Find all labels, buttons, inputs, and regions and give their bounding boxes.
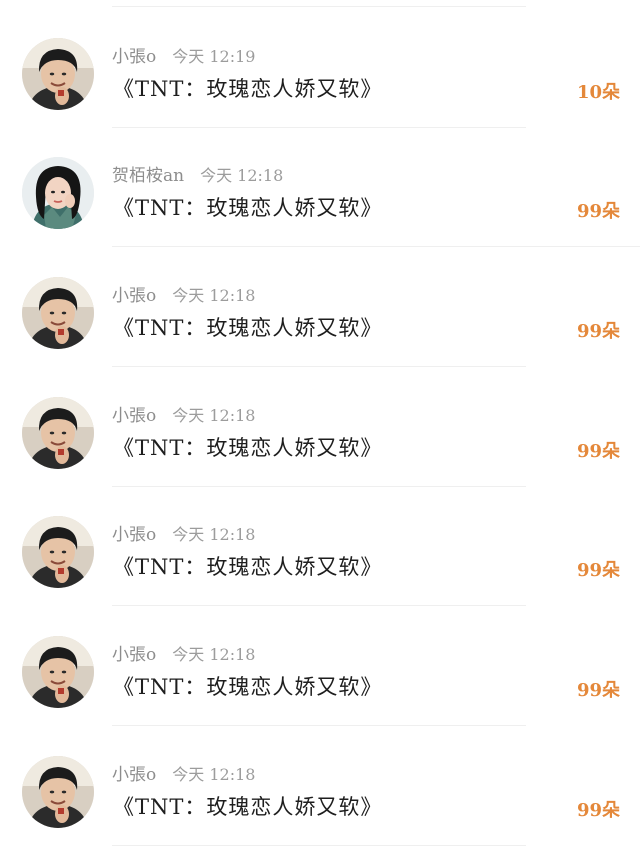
user-avatar[interactable] — [22, 636, 94, 708]
gift-record-row[interactable]: 小張o 今天 12:18 《TNT：玫瑰恋人娇又软》 99朵 — [0, 606, 640, 726]
gift-record-row[interactable]: 小張o 今天 12:18 《TNT：玫瑰恋人娇又软》 99朵 — [0, 486, 640, 606]
avatar-photo-boy — [22, 397, 94, 469]
record-meta: 小張o 今天 12:19 — [112, 42, 256, 67]
gift-count: 99朵 — [576, 321, 620, 342]
user-avatar[interactable] — [22, 277, 94, 349]
timestamp: 今天 12:18 — [172, 525, 256, 544]
record-meta: 贺栢桉an 今天 12:18 — [112, 161, 284, 186]
user-name[interactable]: 小張o — [112, 640, 156, 665]
timestamp: 今天 12:18 — [172, 765, 256, 784]
gift-title: 《TNT：玫瑰恋人娇又软》 — [113, 316, 383, 340]
user-name[interactable]: 小張o — [112, 760, 156, 785]
timestamp: 今天 12:18 — [200, 166, 284, 185]
gift-record-row[interactable]: 小張o 今天 12:18 《TNT：玫瑰恋人娇又软》 99朵 — [0, 247, 640, 367]
record-meta: 小張o 今天 12:18 — [112, 401, 256, 426]
gift-record-row[interactable]: 小張o 今天 12:19 《TNT：玫瑰恋人娇又软》 10朵 — [0, 8, 640, 128]
user-name[interactable]: 贺栢桉an — [112, 161, 184, 186]
timestamp: 今天 12:18 — [172, 406, 256, 425]
user-avatar[interactable] — [22, 157, 94, 229]
timestamp: 今天 12:18 — [172, 286, 256, 305]
user-name[interactable]: 小張o — [112, 520, 156, 545]
gift-title: 《TNT：玫瑰恋人娇又软》 — [113, 77, 383, 101]
user-name[interactable]: 小張o — [112, 281, 156, 306]
user-avatar[interactable] — [22, 397, 94, 469]
gift-title: 《TNT：玫瑰恋人娇又软》 — [113, 196, 383, 220]
record-meta: 小張o 今天 12:18 — [112, 281, 256, 306]
avatar-photo-girl — [22, 157, 94, 229]
user-avatar[interactable] — [22, 516, 94, 588]
gift-title: 《TNT：玫瑰恋人娇又软》 — [113, 436, 383, 460]
record-meta: 小張o 今天 12:18 — [112, 760, 256, 785]
gift-title: 《TNT：玫瑰恋人娇又软》 — [113, 675, 383, 699]
timestamp: 今天 12:19 — [172, 47, 256, 66]
user-avatar[interactable] — [22, 756, 94, 828]
user-avatar[interactable] — [22, 38, 94, 110]
avatar-photo-boy — [22, 636, 94, 708]
user-name[interactable]: 小張o — [112, 401, 156, 426]
gift-count: 99朵 — [576, 800, 620, 821]
avatar-photo-boy — [22, 756, 94, 828]
top-divider — [112, 6, 526, 7]
avatar-photo-boy — [22, 516, 94, 588]
gift-count: 99朵 — [576, 201, 620, 222]
gift-count: 10朵 — [576, 82, 620, 103]
avatar-photo-boy — [22, 38, 94, 110]
gift-count: 99朵 — [576, 441, 620, 462]
timestamp: 今天 12:18 — [172, 645, 256, 664]
gift-record-row[interactable]: 小張o 今天 12:18 《TNT：玫瑰恋人娇又软》 99朵 — [0, 726, 640, 846]
gift-title: 《TNT：玫瑰恋人娇又软》 — [113, 795, 383, 819]
record-meta: 小張o 今天 12:18 — [112, 520, 256, 545]
gift-count: 99朵 — [576, 560, 620, 581]
gift-count: 99朵 — [576, 680, 620, 701]
gift-record-row[interactable]: 小張o 今天 12:18 《TNT：玫瑰恋人娇又软》 99朵 — [0, 367, 640, 487]
record-meta: 小張o 今天 12:18 — [112, 640, 256, 665]
gift-record-list: 小張o 今天 12:19 《TNT：玫瑰恋人娇又软》 10朵 贺栢桉an 今天 — [0, 0, 640, 846]
row-divider — [112, 844, 526, 846]
avatar-photo-boy — [22, 277, 94, 349]
gift-title: 《TNT：玫瑰恋人娇又软》 — [113, 555, 383, 579]
gift-record-row[interactable]: 贺栢桉an 今天 12:18 《TNT：玫瑰恋人娇又软》 99朵 — [0, 127, 640, 247]
user-name[interactable]: 小張o — [112, 42, 156, 67]
